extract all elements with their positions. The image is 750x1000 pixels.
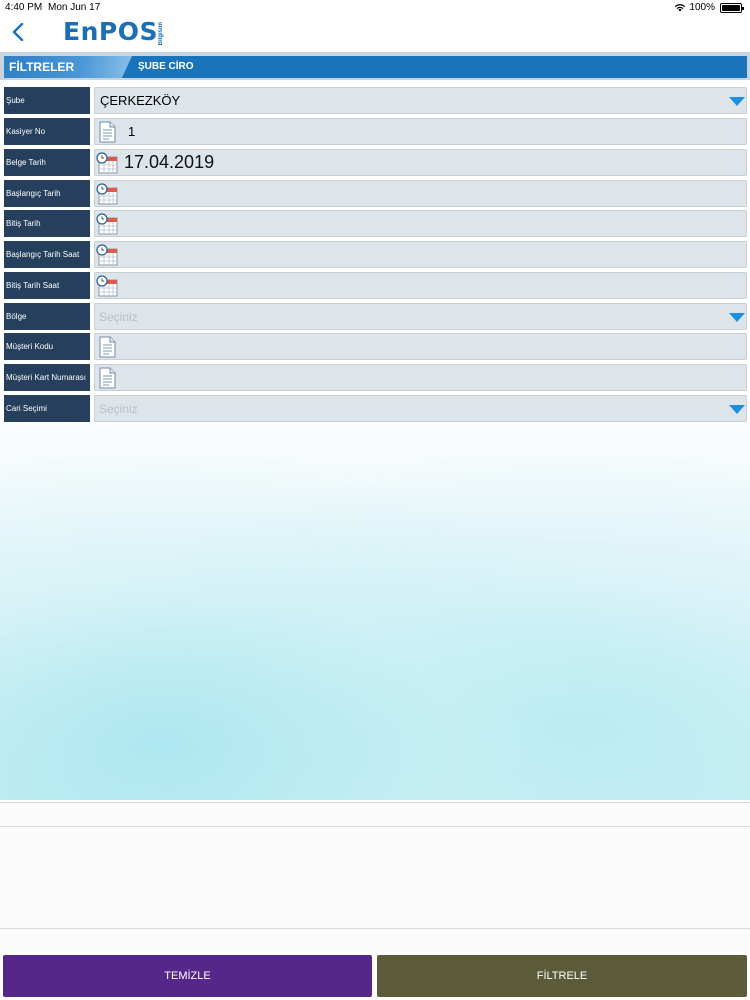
baslangic-tarih-label: Başlangıç Tarih [4,180,90,207]
kasiyer-no-label: Kasiyer No [4,118,90,145]
form-row-baslangic-tarih-saat: Başlangıç Tarih Saat [4,241,747,268]
belge-tarih-value: 17.04.2019 [124,152,215,172]
sube-value: ÇERKEZKÖY [100,93,181,108]
document-icon [99,367,116,388]
status-time: 4:40 PM [5,2,43,13]
bitis-tarih-saat-field[interactable] [94,272,747,299]
calendar-clock-icon [96,182,118,204]
musteri-kart-numarasi-label: Müşteri Kart Numarası [4,364,90,391]
clear-button[interactable]: TEMİZLE [3,955,372,997]
form-row-musteri-kodu: Müşteri Kodu [4,333,747,360]
status-date: Mon Jun 17 [48,2,101,13]
divider [0,928,750,929]
chevron-down-icon [729,97,745,106]
back-button[interactable] [6,20,30,44]
document-icon [99,121,116,142]
bitis-tarih-saat-label: Bitiş Tarih Saat [4,272,90,299]
form-row-bolge: Bölge Seçiniz [4,303,747,330]
app-logo-sub: Bilgisim [158,22,164,46]
form-row-baslangic-tarih: Başlangıç Tarih [4,180,747,207]
kasiyer-no-value: 1 [128,124,136,139]
background-area [0,424,750,800]
lower-area [0,802,750,952]
musteri-kodu-field[interactable] [94,333,747,360]
battery-icon [720,2,744,13]
sube-select[interactable]: ÇERKEZKÖY [94,87,747,114]
form-row-sube: Şube ÇERKEZKÖY [4,87,747,114]
chevron-down-icon [729,313,745,322]
calendar-clock-icon [96,243,118,265]
cari-secimi-select[interactable]: Seçiniz [94,395,747,422]
form-row-bitis-tarih-saat: Bitiş Tarih Saat [4,272,747,299]
form-row-bitis-tarih: Bitiş Tarih [4,210,747,237]
divider [0,826,750,827]
form-row-musteri-kart-numarasi: Müşteri Kart Numarası [4,364,747,391]
tab-filters[interactable]: FİLTRELER [4,56,132,78]
nav-bar: EnPOS Bilgisim [0,14,750,50]
baslangic-tarih-saat-label: Başlangıç Tarih Saat [4,241,90,268]
battery-percent: 100% [689,2,715,13]
form-row-belge-tarih: Belge Tarih 17.04.2019 [4,149,747,176]
cari-secimi-placeholder: Seçiniz [99,401,138,416]
status-right: 100% [674,2,744,13]
belge-tarih-field[interactable]: 17.04.2019 [94,149,747,176]
kasiyer-no-field[interactable]: 1 [94,118,747,145]
status-bar: 4:40 PM Mon Jun 17 100% [0,0,750,14]
divider [0,802,750,803]
bolge-placeholder: Seçiniz [99,309,138,324]
bolge-select[interactable]: Seçiniz [94,303,747,330]
chevron-down-icon [729,405,745,414]
cari-secimi-label: Cari Seçimi [4,395,90,422]
form-row-cari-secimi: Cari Seçimi Seçiniz [4,395,747,422]
calendar-clock-icon [96,212,118,234]
form-row-kasiyer-no: Kasiyer No 1 [4,118,747,145]
sube-label: Şube [4,87,90,114]
bitis-tarih-field[interactable] [94,210,747,237]
musteri-kodu-label: Müşteri Kodu [4,333,90,360]
musteri-kart-numarasi-field[interactable] [94,364,747,391]
bitis-tarih-label: Bitiş Tarih [4,210,90,237]
tab-sube-ciro[interactable]: ŞUBE CİRO [118,56,747,78]
calendar-clock-icon [96,274,118,296]
baslangic-tarih-saat-field[interactable] [94,241,747,268]
document-icon [99,336,116,357]
calendar-clock-icon [96,151,118,173]
filter-button[interactable]: FİLTRELE [377,955,747,997]
chevron-left-icon [12,23,24,41]
app-logo: EnPOS [63,17,158,46]
bolge-label: Bölge [4,303,90,330]
baslangic-tarih-field[interactable] [94,180,747,207]
belge-tarih-label: Belge Tarih [4,149,90,176]
wifi-icon [675,4,686,12]
